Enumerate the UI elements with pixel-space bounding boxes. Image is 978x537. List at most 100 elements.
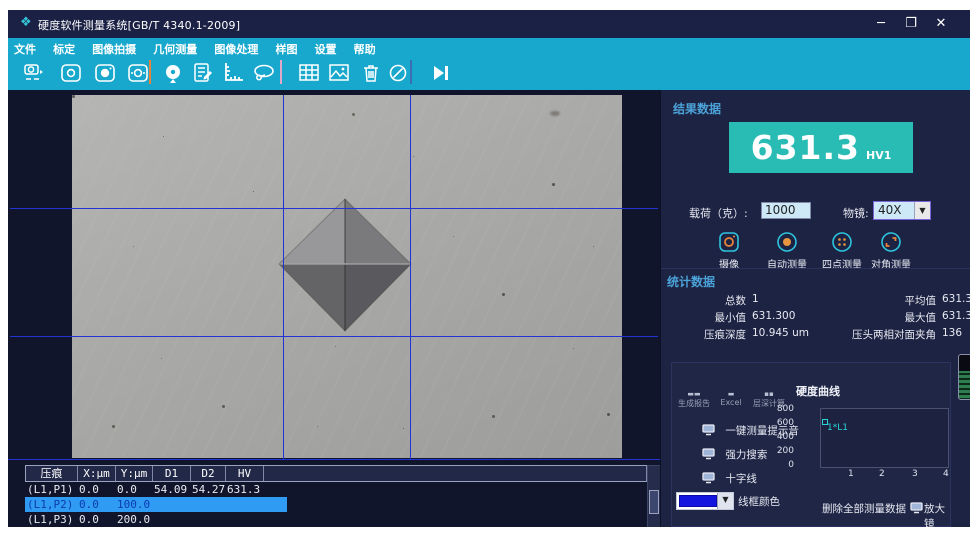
col-x[interactable]: X:μm	[78, 466, 116, 481]
power-search-toggle[interactable]: 强力搜索	[702, 447, 767, 462]
camera-source-icon[interactable]	[22, 60, 48, 86]
x-tick: 2	[879, 469, 885, 479]
step-forward-icon[interactable]	[428, 60, 454, 86]
cell-hv	[225, 512, 263, 527]
load-input[interactable]: 1000	[761, 202, 811, 219]
close-button[interactable]: ✕	[930, 14, 952, 34]
grid-line-horizontal	[10, 336, 658, 337]
delete-icon[interactable]	[358, 60, 384, 86]
cell-hv: 631.3	[225, 482, 263, 497]
measure-ruler-icon[interactable]	[220, 60, 246, 86]
magnifier-icon	[910, 502, 923, 514]
stat-label: 压痕深度	[661, 327, 746, 342]
menu-image-capture[interactable]: 图像拍摄	[86, 38, 142, 57]
menu-geometry-measure[interactable]: 几何测量	[147, 38, 203, 57]
app-icon: ❖	[20, 15, 32, 30]
chevron-down-icon[interactable]: ▼	[914, 202, 930, 219]
image-viewport[interactable]: 压痕 X:μm Y:μm D1 D2 HV (L1,P1) 0.0 0.0 54…	[8, 90, 660, 527]
results-section-title: 结果数据	[673, 100, 721, 117]
data-table-icon[interactable]	[296, 60, 322, 86]
magnifier-button[interactable]: 放大镜	[924, 501, 950, 527]
cell-id: (L1,P1)	[25, 482, 77, 497]
toolbar	[8, 57, 970, 93]
hardness-unit: HV1	[866, 149, 891, 162]
menu-settings[interactable]: 设置	[309, 38, 343, 57]
line-color-label: 线框颜色	[738, 494, 780, 509]
table-row[interactable]: (L1,P1) 0.0 0.0 54.09 54.27 631.3	[25, 482, 647, 497]
stat-value: 631.300	[746, 310, 818, 325]
cell-x: 0.0	[77, 497, 115, 512]
x-tick: 1	[848, 469, 854, 479]
y-tick: 200	[764, 446, 794, 456]
statistics-row: 压痕深度 10.945 um 压头两相对面夹角 136	[661, 327, 970, 342]
delete-all-button[interactable]: 删除全部测量数据	[822, 501, 906, 516]
menu-help[interactable]: 帮助	[348, 38, 382, 57]
col-y[interactable]: Y:μm	[116, 466, 153, 481]
objective-value: 40X	[878, 203, 902, 217]
capture-auto-icon[interactable]	[92, 60, 118, 86]
cell-x: 0.0	[77, 512, 115, 527]
lasso-select-icon[interactable]	[251, 60, 277, 86]
cell-d1	[152, 512, 190, 527]
stat-label: 最大值	[818, 310, 936, 325]
color-swatch	[679, 495, 717, 507]
load-label: 载荷（克）:	[689, 205, 748, 221]
window-title: 硬度软件测量系统[GB/T 4340.1-2009]	[38, 17, 240, 33]
menu-image-processing[interactable]: 图像处理	[208, 38, 264, 57]
image-gallery-icon[interactable]	[326, 60, 352, 86]
monitor-icon	[702, 424, 715, 436]
objective-select[interactable]: 40X ▼	[873, 201, 931, 220]
edit-report-icon[interactable]	[189, 60, 215, 86]
cell-d2: 54.27	[190, 482, 225, 497]
menu-file[interactable]: 文件	[8, 38, 42, 57]
minimize-button[interactable]: ─	[870, 14, 892, 34]
table-row-selected[interactable]: (L1,P2) 0.0 100.0	[25, 497, 647, 512]
cell-d2	[190, 497, 225, 512]
cell-id: (L1,P3)	[25, 512, 77, 527]
mark-point-icon[interactable]	[160, 60, 186, 86]
diagonal-measure-button[interactable]: 对角测量	[859, 230, 923, 271]
statistics-row: 最小值 631.300 最大值 631.300	[661, 310, 970, 325]
beep-toggle[interactable]: 一键测量提示音	[702, 423, 799, 438]
action-label: 摄像	[719, 260, 739, 271]
capture-single-icon[interactable]	[58, 60, 84, 86]
menu-calibration[interactable]: 标定	[47, 38, 81, 57]
diagonal-measure-icon	[879, 230, 903, 254]
menu-sample-image[interactable]: 样图	[269, 38, 303, 57]
statistics-row: 总数 1 平均值 631.300	[661, 293, 970, 308]
restore-button[interactable]: ❐	[900, 14, 922, 34]
col-indentation[interactable]: 压痕	[26, 466, 78, 481]
results-panel: 结果数据 631.3HV1 载荷（克）: 1000 物镜: 40X ▼ 摄像 自…	[660, 90, 970, 527]
table-scrollbar[interactable]	[647, 465, 661, 527]
line-color-dropdown[interactable]: ▼	[676, 492, 734, 510]
action-label: 自动测量	[767, 260, 807, 271]
generate-report-button[interactable]: ▬▬ 生成报告	[676, 391, 712, 409]
chevron-down-icon[interactable]: ▼	[717, 493, 733, 509]
cell-filler	[263, 512, 647, 527]
capture-live-icon[interactable]	[125, 60, 151, 86]
excel-export-button[interactable]: ▬ Excel	[716, 391, 746, 407]
stat-label: 压头两相对面夹角	[818, 327, 936, 342]
col-d1[interactable]: D1	[153, 466, 191, 481]
specimen-image[interactable]	[72, 95, 622, 458]
cell-d1: 54.09	[152, 482, 190, 497]
table-row[interactable]: (L1,P3) 0.0 200.0	[25, 512, 647, 527]
statistics-section-title: 统计数据	[667, 273, 715, 290]
x-tick: 4	[943, 469, 949, 479]
cell-y: 0.0	[115, 482, 152, 497]
grid-line-vertical	[283, 95, 284, 459]
camera-action-button[interactable]: 摄像	[697, 230, 761, 271]
canvas-separator	[8, 459, 660, 460]
action-label: 对角测量	[871, 260, 911, 271]
y-tick: 800	[764, 404, 794, 414]
crosshair-toggle[interactable]: 十字线	[702, 471, 757, 486]
col-d2[interactable]: D2	[191, 466, 226, 481]
toolbar-separator	[410, 60, 412, 84]
table-scrollbar-thumb[interactable]	[649, 490, 659, 514]
disable-icon[interactable]	[385, 60, 411, 86]
col-filler	[264, 466, 647, 481]
col-hv[interactable]: HV	[226, 466, 264, 481]
objective-label: 物镜:	[843, 205, 869, 221]
report-icon: ▬▬	[676, 391, 712, 398]
cell-filler	[263, 497, 647, 512]
